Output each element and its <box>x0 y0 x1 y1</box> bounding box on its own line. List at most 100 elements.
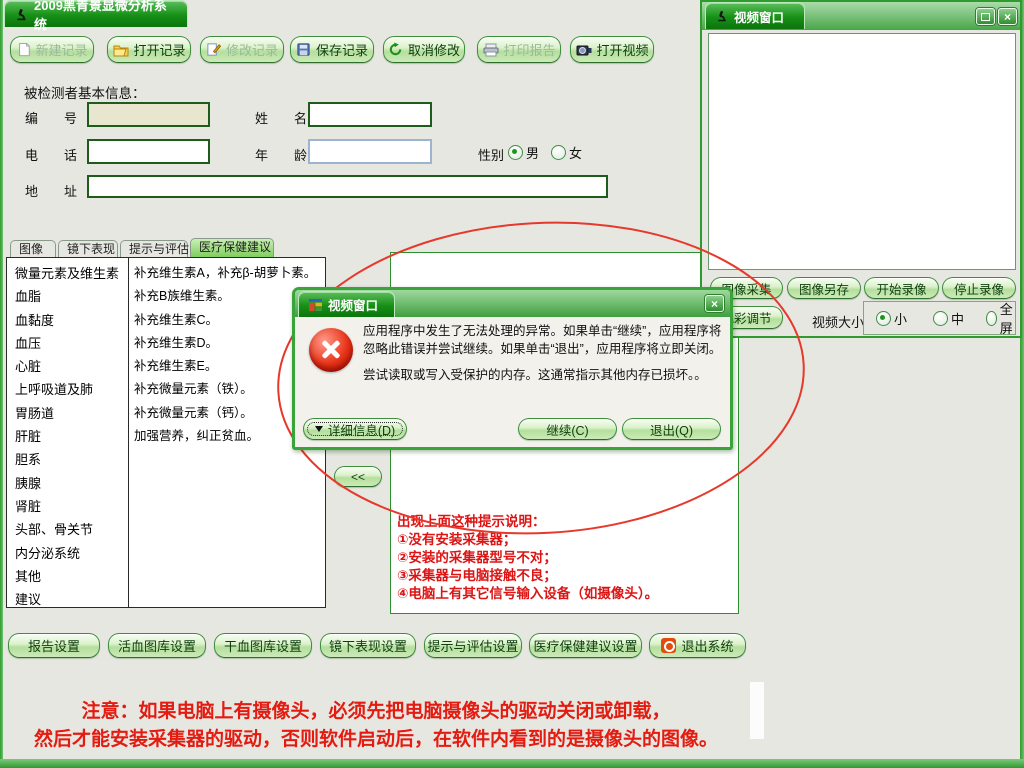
main-titlebar[interactable]: 2009黑青景显微分析系统 <box>4 0 188 27</box>
image-save-as-button[interactable]: 图像另存 <box>787 277 861 299</box>
close-icon: × <box>711 297 718 311</box>
id-label: 编 号 <box>25 108 77 127</box>
list-value[interactable]: 补充维生素A，补充β-胡萝卜素。 <box>129 262 325 285</box>
dialog-title: 视频窗口 <box>328 295 378 314</box>
microscopic-findings-settings-button[interactable]: 镜下表现设置 <box>320 633 416 658</box>
name-input[interactable] <box>308 102 432 127</box>
video-panel-window: 视频窗口 × 图像采集 图像另存 开始录像 停止录像 色彩调节 视频大小 小 中… <box>700 0 1022 338</box>
tab-healthcare-advice[interactable]: 医疗保健建议 <box>190 238 274 257</box>
address-label: 地 址 <box>25 181 77 200</box>
notice-line: ①没有安装采集器； <box>397 531 658 549</box>
age-label: 年 龄 <box>255 145 307 164</box>
tips-evaluation-settings-button[interactable]: 提示与评估设置 <box>424 633 522 658</box>
list-item[interactable]: 上呼吸道及肺 <box>7 378 128 401</box>
list-item[interactable]: 血脂 <box>7 285 128 308</box>
gender-female-option[interactable]: 女 <box>551 143 582 162</box>
list-item[interactable]: 血压 <box>7 332 128 355</box>
refresh-arrows-icon <box>388 42 403 57</box>
app-microscope-icon <box>15 7 28 22</box>
quit-button[interactable]: 退出(Q) <box>622 418 721 440</box>
edit-pencil-icon <box>206 42 221 57</box>
patient-section-title: 被检测者基本信息： <box>24 82 146 102</box>
cancel-edit-label: 取消修改 <box>408 40 460 59</box>
continue-button[interactable]: 继续(C) <box>518 418 617 440</box>
size-option-medium[interactable]: 中 <box>933 309 964 328</box>
list-item[interactable]: 肾脏 <box>7 495 128 518</box>
notice-line: ④电脑上有其它信号输入设备（如摄像头）。 <box>397 585 658 603</box>
exit-system-button[interactable]: 退出系统 <box>649 633 746 658</box>
female-radio-label: 女 <box>569 143 582 162</box>
video-panel-title-tab: 视频窗口 <box>705 2 805 29</box>
stop-recording-button[interactable]: 停止录像 <box>942 277 1016 299</box>
save-record-label: 保存记录 <box>316 40 368 59</box>
window-border-bottom <box>0 759 1024 768</box>
tab-microscopic-findings[interactable]: 镜下表现 <box>58 240 118 257</box>
open-video-button[interactable]: 打开视频 <box>570 36 654 63</box>
list-item[interactable]: 其他 <box>7 565 128 588</box>
size-option-small[interactable]: 小 <box>876 309 907 328</box>
list-item[interactable]: 胰腺 <box>7 472 128 495</box>
maximize-icon <box>981 13 990 21</box>
open-record-button[interactable]: 打开记录 <box>107 36 191 63</box>
save-record-button[interactable]: 保存记录 <box>290 36 374 63</box>
power-off-icon <box>661 638 676 653</box>
list-item[interactable]: 内分泌系统 <box>7 542 128 565</box>
video-panel-title: 视频窗口 <box>734 7 784 26</box>
cancel-edit-button[interactable]: 取消修改 <box>383 36 465 63</box>
details-arrow-icon <box>315 426 323 432</box>
list-item[interactable]: 建议 <box>7 588 128 611</box>
tab-image[interactable]: 图像 <box>10 240 56 257</box>
dialog-message: 应用程序中发生了无法处理的异常。如果单击“继续”，应用程序将忽略此错误并尝试继续… <box>363 323 723 385</box>
tab-tips-evaluation[interactable]: 提示与评估 <box>120 240 188 257</box>
print-report-label: 打印报告 <box>504 40 556 59</box>
exit-system-label: 退出系统 <box>681 636 733 655</box>
size-fullscreen-radio[interactable] <box>986 311 997 326</box>
list-item[interactable]: 微量元素及维生素 <box>7 262 128 285</box>
list-item[interactable]: 胃肠道 <box>7 402 128 425</box>
id-input[interactable] <box>87 102 210 127</box>
camera-warning-text: 注意：如果电脑上有摄像头，必须先把电脑摄像头的驱动关闭或卸载， 然后才能安装采集… <box>0 698 752 754</box>
live-blood-library-settings-button[interactable]: 活血图库设置 <box>108 633 206 658</box>
start-recording-button[interactable]: 开始录像 <box>864 277 939 299</box>
size-option-fullscreen[interactable]: 全屏 <box>986 299 1017 337</box>
video-size-label: 视频大小 <box>812 312 864 331</box>
details-button[interactable]: 详细信息(D) <box>303 418 407 440</box>
warning-line-1: 注意：如果电脑上有摄像头，必须先把电脑摄像头的驱动关闭或卸载， <box>0 698 752 726</box>
video-size-radio-group: 小 中 全屏 <box>863 301 1016 335</box>
list-item[interactable]: 胆系 <box>7 448 128 471</box>
healthcare-advice-settings-button[interactable]: 医疗保健建议设置 <box>529 633 642 658</box>
dry-blood-library-settings-button[interactable]: 干血图库设置 <box>214 633 312 658</box>
camera-icon <box>576 43 592 56</box>
notice-line: 出现上面这种提示说明： <box>397 513 658 531</box>
dialog-close-button[interactable]: × <box>705 295 724 312</box>
print-report-button[interactable]: 打印报告 <box>477 36 561 63</box>
list-item[interactable]: 心脏 <box>7 355 128 378</box>
address-input[interactable] <box>87 175 608 198</box>
size-small-radio[interactable] <box>876 311 891 326</box>
panel-close-button[interactable]: × <box>998 8 1017 25</box>
phone-label: 电 话 <box>25 145 77 164</box>
new-page-icon <box>17 42 31 57</box>
size-fullscreen-label: 全屏 <box>1000 299 1017 337</box>
female-radio[interactable] <box>551 145 566 160</box>
gender-male-option[interactable]: 男 <box>508 143 539 162</box>
collapse-panel-button[interactable]: << <box>334 466 382 487</box>
advice-listbox: 微量元素及维生素 血脂 血黏度 血压 心脏 上呼吸道及肺 胃肠道 肝脏 胆系 胰… <box>6 257 326 608</box>
report-settings-button[interactable]: 报告设置 <box>8 633 100 658</box>
age-input[interactable] <box>308 139 432 164</box>
phone-input[interactable] <box>87 139 210 164</box>
size-medium-radio[interactable] <box>933 311 948 326</box>
list-item[interactable]: 头部、骨关节 <box>7 518 128 541</box>
edit-record-button[interactable]: 修改记录 <box>200 36 284 63</box>
dialog-message-paragraph-2: 尝试读取或写入受保护的内存。这通常指示其他内存已损坏。。 <box>363 367 723 385</box>
list-item[interactable]: 血黏度 <box>7 309 128 332</box>
list-item[interactable]: 肝脏 <box>7 425 128 448</box>
window-border-left <box>0 0 3 768</box>
new-record-label: 新建记录 <box>36 40 88 59</box>
details-label: 详细信息(D) <box>328 420 395 439</box>
save-icon <box>296 42 311 57</box>
new-record-button[interactable]: 新建记录 <box>10 36 94 63</box>
male-radio[interactable] <box>508 145 523 160</box>
maximize-button[interactable] <box>976 8 995 25</box>
edit-record-label: 修改记录 <box>226 40 278 59</box>
